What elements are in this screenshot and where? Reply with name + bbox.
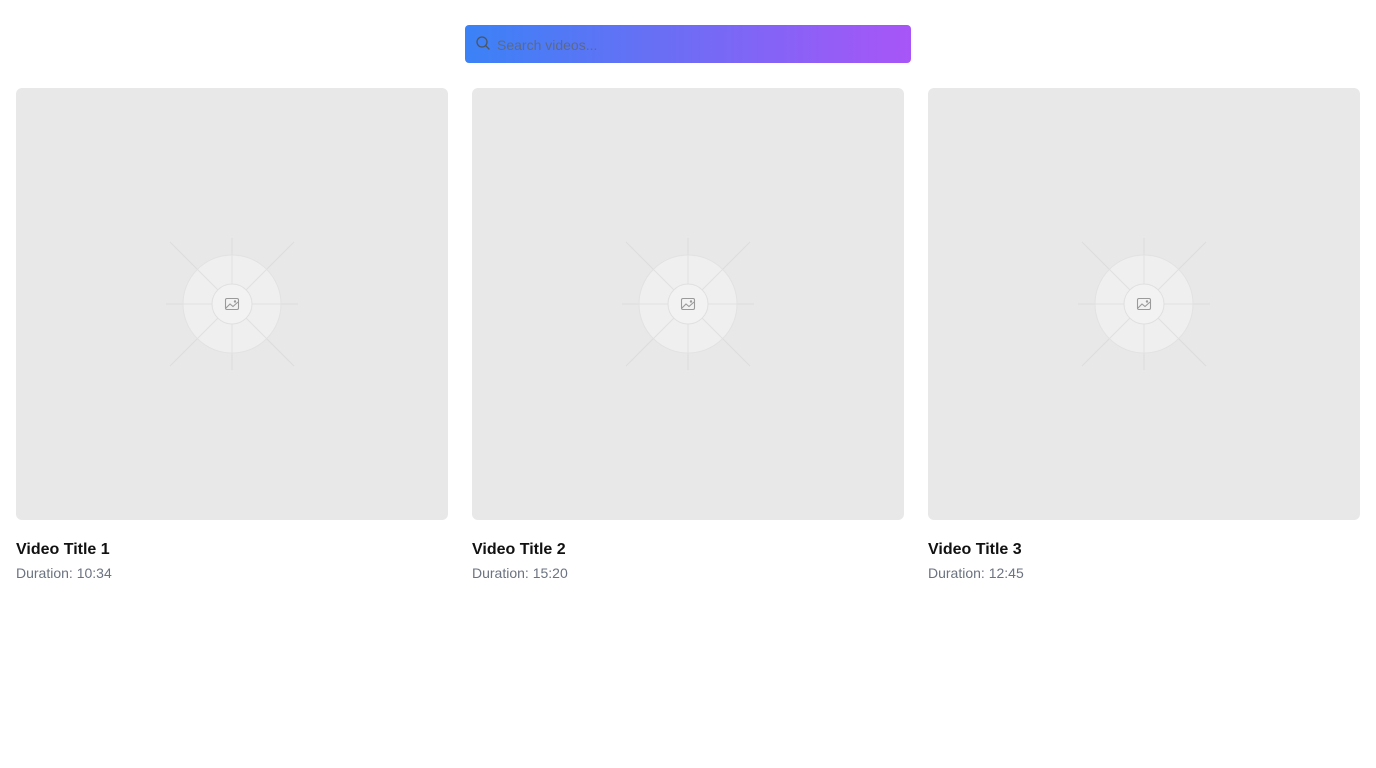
video-title[interactable]: Video Title 1 — [16, 540, 448, 560]
video-duration: Duration: 10:34 — [16, 565, 112, 581]
video-title[interactable]: Video Title 2 — [472, 540, 904, 560]
video-duration: Duration: 15:20 — [472, 565, 568, 581]
image-placeholder-icon — [166, 238, 298, 370]
search-bar[interactable] — [465, 25, 911, 63]
video-card[interactable]: Video Title 3 Duration: 12:45 — [928, 88, 1360, 582]
video-thumbnail[interactable] — [928, 88, 1360, 520]
video-duration: Duration: 12:45 — [928, 565, 1024, 581]
video-title[interactable]: Video Title 3 — [928, 540, 1360, 560]
video-grid: Video Title 1 Duration: 10:34 Video Titl… — [16, 88, 1360, 582]
search-input[interactable] — [465, 25, 911, 63]
image-placeholder-icon — [1078, 238, 1210, 370]
video-card[interactable]: Video Title 2 Duration: 15:20 — [472, 88, 904, 582]
video-thumbnail[interactable] — [472, 88, 904, 520]
video-thumbnail[interactable] — [16, 88, 448, 520]
image-placeholder-icon — [622, 238, 754, 370]
video-card[interactable]: Video Title 1 Duration: 10:34 — [16, 88, 448, 582]
